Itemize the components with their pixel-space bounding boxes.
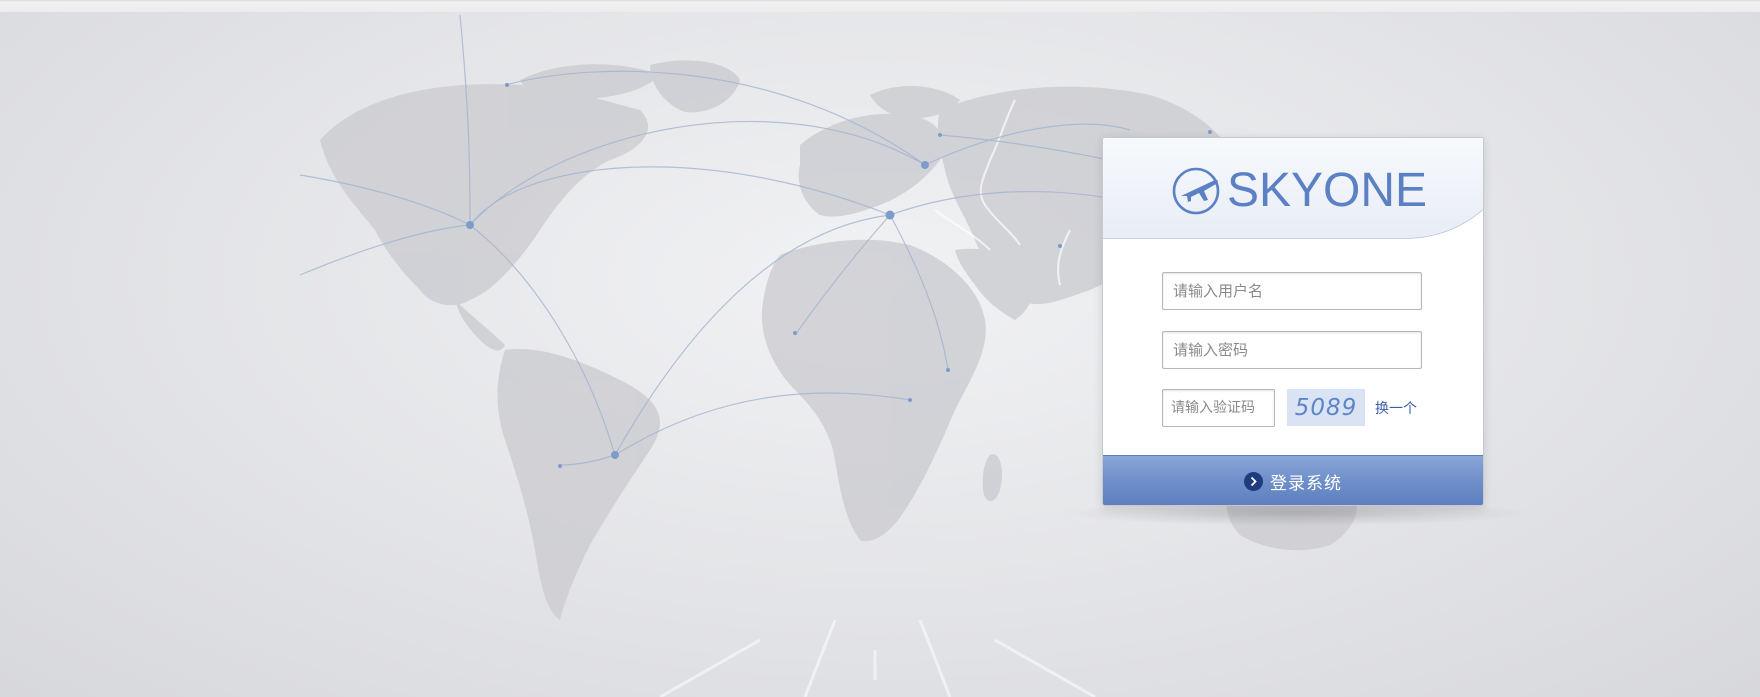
login-panel: SKYONE 5089 换一个 登录系统 bbox=[1102, 137, 1484, 506]
captcha-image[interactable]: 5089 bbox=[1287, 389, 1365, 426]
brand-name: SKYONE bbox=[1227, 164, 1428, 217]
world-map-background bbox=[299, 14, 1358, 697]
plane-logo-icon bbox=[1172, 167, 1220, 215]
login-page: SKYONE 5089 换一个 登录系统 bbox=[0, 0, 1760, 697]
captcha-input[interactable] bbox=[1162, 389, 1275, 427]
password-input[interactable] bbox=[1162, 331, 1422, 369]
login-button-label: 登录系统 bbox=[1270, 473, 1342, 494]
brand-logo: SKYONE bbox=[1171, 166, 1427, 216]
login-header: SKYONE bbox=[1103, 138, 1483, 239]
chevron-right-icon bbox=[1244, 471, 1263, 491]
username-input[interactable] bbox=[1162, 272, 1422, 310]
login-button[interactable]: 登录系统 bbox=[1103, 455, 1483, 505]
refresh-captcha-link[interactable]: 换一个 bbox=[1375, 398, 1417, 418]
